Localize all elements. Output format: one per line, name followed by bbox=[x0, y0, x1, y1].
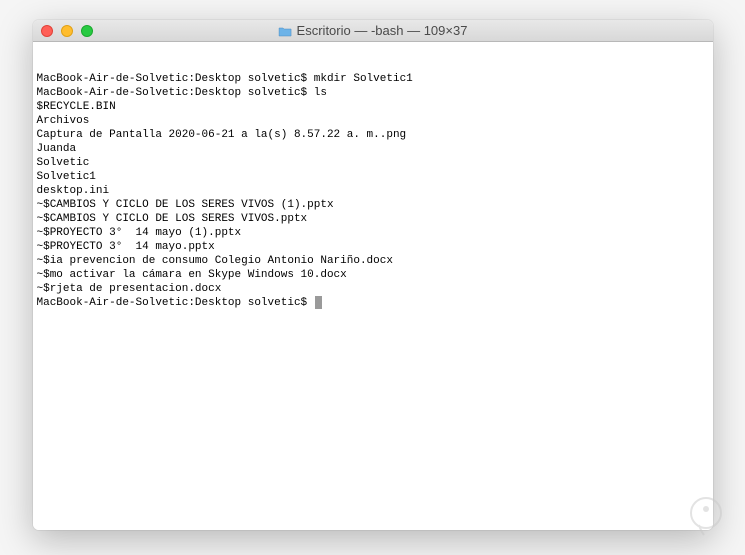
terminal-line: ~$mo activar la cámara en Skype Windows … bbox=[37, 268, 709, 282]
terminal-line: ~$PROYECTO 3° 14 mayo.pptx bbox=[37, 240, 709, 254]
prompt: MacBook-Air-de-Solvetic:Desktop solvetic… bbox=[37, 73, 314, 85]
terminal-line: MacBook-Air-de-Solvetic:Desktop solvetic… bbox=[37, 86, 709, 100]
terminal-line: ~$PROYECTO 3° 14 mayo (1).pptx bbox=[37, 226, 709, 240]
minimize-button[interactable] bbox=[61, 25, 73, 37]
watermark-icon bbox=[685, 495, 727, 537]
command: ls bbox=[314, 87, 327, 99]
close-button[interactable] bbox=[41, 25, 53, 37]
folder-icon bbox=[278, 25, 292, 36]
terminal-line: desktop.ini bbox=[37, 184, 709, 198]
terminal-line: Juanda bbox=[37, 142, 709, 156]
terminal-body[interactable]: MacBook-Air-de-Solvetic:Desktop solvetic… bbox=[33, 42, 713, 530]
terminal-line: Captura de Pantalla 2020-06-21 a la(s) 8… bbox=[37, 128, 709, 142]
traffic-lights bbox=[41, 25, 93, 37]
window-title: Escritorio — -bash — 109×37 bbox=[278, 23, 468, 38]
terminal-line: ~$CAMBIOS Y CICLO DE LOS SERES VIVOS.ppt… bbox=[37, 212, 709, 226]
terminal-line: MacBook-Air-de-Solvetic:Desktop solvetic… bbox=[37, 72, 709, 86]
terminal-window: Escritorio — -bash — 109×37 MacBook-Air-… bbox=[33, 20, 713, 530]
titlebar[interactable]: Escritorio — -bash — 109×37 bbox=[33, 20, 713, 42]
terminal-line: Solvetic bbox=[37, 156, 709, 170]
terminal-line: ~$rjeta de presentacion.docx bbox=[37, 282, 709, 296]
terminal-line: Solvetic1 bbox=[37, 170, 709, 184]
terminal-line: $RECYCLE.BIN bbox=[37, 100, 709, 114]
maximize-button[interactable] bbox=[81, 25, 93, 37]
terminal-line: ~$CAMBIOS Y CICLO DE LOS SERES VIVOS (1)… bbox=[37, 198, 709, 212]
prompt: MacBook-Air-de-Solvetic:Desktop solvetic… bbox=[37, 87, 314, 99]
terminal-line: Archivos bbox=[37, 114, 709, 128]
window-title-text: Escritorio — -bash — 109×37 bbox=[297, 23, 468, 38]
terminal-line: MacBook-Air-de-Solvetic:Desktop solvetic… bbox=[37, 296, 709, 310]
cursor bbox=[315, 296, 322, 309]
terminal-line: ~$ia prevencion de consumo Colegio Anton… bbox=[37, 254, 709, 268]
prompt: MacBook-Air-de-Solvetic:Desktop solvetic… bbox=[37, 297, 314, 309]
command: mkdir Solvetic1 bbox=[314, 73, 413, 85]
